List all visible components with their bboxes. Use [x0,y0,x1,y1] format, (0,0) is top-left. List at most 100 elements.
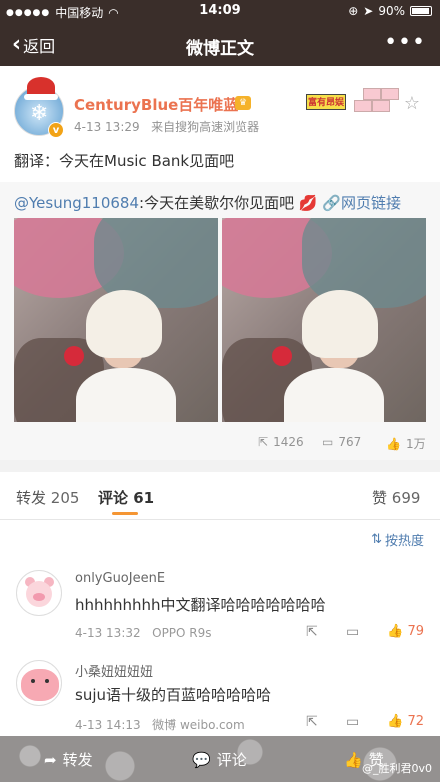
active-tab-indicator [112,512,138,515]
comment-avatar[interactable] [16,660,62,706]
sticker-box [354,100,372,112]
tab-likes-count: 699 [391,489,421,507]
comment-like-count: 79 [407,624,424,639]
comment-source: OPPO R9s [152,626,212,640]
weibo-watermark: @_胜利君0v0 [361,762,432,775]
photo-thumbnail-2[interactable] [222,218,426,422]
tab-comments-label: 评论 [98,489,129,507]
sticker-box [381,88,399,100]
repost-arrow-icon: ➦ [44,750,57,769]
comment-item: 小桑妞妞妞妞 suju语十级的百蓝哈哈哈哈哈 4-13 14:13 微博 wei… [0,654,440,744]
tab-likes[interactable]: 赞 699 [372,487,420,508]
repost-button-label: 转发 [62,751,93,769]
like-stat[interactable]: 👍 1万 [386,435,426,452]
link-icon: 🔗 [322,194,342,212]
comment-username[interactable]: onlyGuoJeenE [75,571,165,586]
comment-text: suju语十级的百蓝哈哈哈哈哈 [75,686,271,704]
sticker-box [372,100,390,112]
comment-avatar[interactable] [16,570,62,616]
santa-hat-icon [24,77,58,100]
avatar-eye [45,679,49,683]
repost-stats: ⇱ 1426 ▭ 767 👍 1万 [0,432,440,454]
sort-button[interactable]: ⇅ 按热度 [371,530,424,549]
battery-icon [410,6,432,16]
interaction-tabs: 转发 205 评论 61 赞 699 [0,472,440,520]
post-time: 4-13 13:29 [74,120,140,134]
verified-badge-icon: v [48,122,64,138]
avatar-nose [33,593,45,601]
comment-button-label: 评论 [216,751,247,769]
card-decoration-sticker: 富有昂娱 [304,80,420,120]
photo-person-hair [86,290,162,358]
tab-reposts-count: 205 [50,489,80,507]
thumbs-up-icon: 👍 [386,436,401,451]
bottom-toolbar: ➦ 转发 💬 评论 👍 赞 @_胜利君0v0 [0,736,440,782]
tab-reposts[interactable]: 转发 205 [16,487,79,508]
comment-bubble-icon: 💬 [192,750,211,769]
comment-like-button[interactable]: 👍 72 [387,714,424,729]
photo-flower-shape [64,346,84,366]
lock-rotation-icon: ⊕ [348,4,359,18]
photo-thumbnail-1[interactable] [14,218,218,422]
photo-person-body [284,368,384,422]
photo-person-hair [302,290,378,358]
thumbs-up-icon: 👍 [387,624,404,639]
photo-flower-shape [272,346,292,366]
post-username[interactable]: CenturyBlue百年唯蓝 [74,94,238,115]
comment-button[interactable]: 💬 评论 [192,749,247,770]
reposted-content[interactable]: @Yesung110684:今天在美歇尔你见面吧 💋 🔗网页链接 ⇱ 1426 … [0,182,440,460]
comment-meta: 4-13 13:32 OPPO R9s [75,626,212,640]
battery-percent: 90% [378,4,405,18]
more-button[interactable]: ••• [384,30,426,55]
avatar-eye [31,679,35,683]
status-bar: ●●●●● 中国移动 ◠ 14:09 ⊕ ➤ 90% [0,0,440,22]
member-crown-icon: ♛ [235,96,251,110]
comment-time: 4-13 13:32 [75,626,141,640]
tab-likes-label: 赞 [372,489,388,507]
repost-button[interactable]: ➦ 转发 [44,749,93,770]
repost-icon[interactable]: ⇱ [306,714,318,730]
sticker-tag: 富有昂娱 [306,94,346,110]
comment-item: onlyGuoJeenE hhhhhhhhh中文翻译哈哈哈哈哈哈哈 4-13 1… [0,564,440,654]
mention-link[interactable]: @Yesung110684 [14,194,139,212]
comment-like-button[interactable]: 👍 79 [387,624,424,639]
photo-person-body [76,368,176,422]
repost-count: 1426 [273,435,304,449]
post-meta: 4-13 13:29 来自搜狗高速浏览器 [74,118,259,135]
sort-label: 按热度 [384,534,424,549]
thumbs-up-icon: 👍 [344,750,363,769]
snowflake-icon: ❄ [30,101,49,126]
avatar-blob [21,669,59,701]
repost-stat[interactable]: ⇱ 1426 [258,435,304,449]
repost-text: @Yesung110684:今天在美歇尔你见面吧 💋 🔗网页链接 [14,192,401,213]
comment-text: hhhhhhhhh中文翻译哈哈哈哈哈哈哈 [75,596,326,614]
location-icon: ➤ [363,4,374,18]
lips-emoji-icon: 💋 [298,194,318,212]
post-card: ❄ v CenturyBlue百年唯蓝 ♛ 4-13 13:29 来自搜狗高速浏… [0,66,440,460]
nav-bar: ‹ 返回 微博正文 ••• [0,22,440,66]
comment-like-count: 72 [407,714,424,729]
comment-meta: 4-13 14:13 微博 weibo.com [75,716,245,733]
reply-icon[interactable]: ▭ [346,624,359,640]
comment-username[interactable]: 小桑妞妞妞妞 [75,661,153,680]
post-source: 来自搜狗高速浏览器 [151,120,260,134]
sort-icon: ⇅ [371,532,382,547]
favorite-star-icon[interactable]: ☆ [404,93,420,114]
comment-icon: ▭ [322,435,334,449]
repost-icon[interactable]: ⇱ [306,624,318,640]
reply-icon[interactable]: ▭ [346,714,359,730]
repost-icon: ⇱ [258,435,269,449]
web-link[interactable]: 🔗网页链接 [322,194,401,212]
tab-reposts-label: 转发 [16,489,47,507]
repost-body: :今天在美歇尔你见面吧 [139,194,295,212]
tab-comments[interactable]: 评论 61 [98,487,154,508]
system-indicators: ⊕ ➤ 90% [348,4,432,18]
comment-stat[interactable]: ▭ 767 [322,435,361,449]
post-text: 翻译：今天在Music Bank见面吧 [14,152,235,170]
page-title: 微博正文 [186,39,254,59]
comment-time: 4-13 14:13 [75,718,141,732]
sticker-box [363,88,381,100]
comment-source: 微博 weibo.com [152,718,245,732]
tab-comments-count: 61 [133,489,155,507]
like-count: 1万 [405,437,426,451]
